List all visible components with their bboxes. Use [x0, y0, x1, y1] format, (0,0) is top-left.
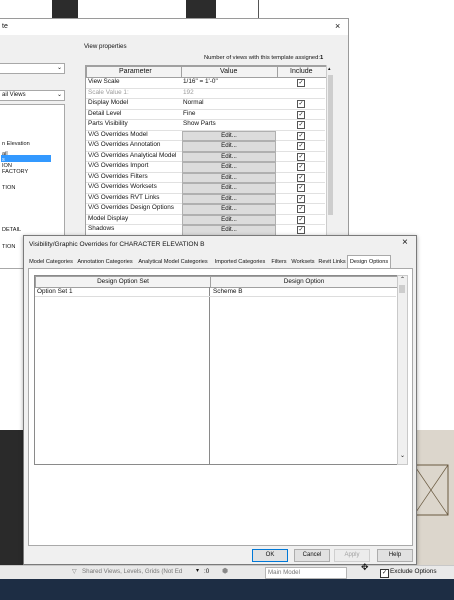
exclude-options-checkbox[interactable]: ✓: [380, 569, 389, 578]
scroll-down-icon[interactable]: ⌄: [400, 452, 405, 459]
selection-count: :0: [204, 568, 210, 575]
tab-model-categories[interactable]: Model Categories: [28, 256, 74, 268]
status-bar: ▽ Shared Views, Levels, Grids (Not Ed ▾ …: [0, 562, 454, 580]
table-row[interactable]: Shadows Edit... ✓: [86, 224, 325, 236]
parameter-cell: Shadows: [88, 225, 115, 232]
parameter-cell: V/G Overrides Filters: [88, 172, 148, 180]
list-item[interactable]: TION: [2, 185, 15, 191]
value-cell: Fine: [183, 109, 196, 117]
parameter-cell: V/G Overrides Worksets: [88, 183, 157, 190]
include-checkbox[interactable]: ✓: [297, 184, 305, 192]
include-checkbox[interactable]: ✓: [297, 163, 305, 171]
help-button[interactable]: Help: [377, 549, 413, 562]
parameter-cell: V/G Overrides Design Options: [88, 204, 174, 211]
include-checkbox[interactable]: ✓: [297, 205, 305, 213]
include-checkbox[interactable]: ✓: [297, 131, 305, 140]
include-checkbox[interactable]: ✓: [297, 79, 305, 87]
parameter-cell: View Scale: [88, 78, 120, 85]
include-checkbox[interactable]: ✓: [297, 173, 305, 182]
tab-strip: Model Categories Annotation Categories A…: [28, 255, 412, 268]
view-properties-label: View properties: [84, 43, 127, 50]
dialog-title-bar: te ×: [0, 19, 348, 35]
dialog-title: te: [2, 23, 8, 30]
discipline-filter-dropdown[interactable]: ⌄: [0, 63, 65, 74]
include-checkbox[interactable]: ✓: [297, 121, 305, 129]
close-icon[interactable]: ×: [402, 237, 408, 248]
apply-button[interactable]: Apply: [334, 549, 370, 562]
tab-worksets[interactable]: Worksets: [290, 256, 316, 268]
list-item[interactable]: DETAIL: [2, 227, 21, 233]
include-checkbox[interactable]: ✓: [297, 152, 305, 161]
include-checkbox[interactable]: ✓: [297, 110, 305, 119]
ok-button[interactable]: OK: [252, 549, 288, 562]
selected-list-item: [1, 155, 51, 162]
parameter-cell: V/G Overrides Annotation: [88, 141, 161, 148]
tab-panel: Design Option Set Design Option Option S…: [28, 268, 413, 546]
parameter-cell: V/G Overrides Model: [88, 130, 148, 138]
value-cell: 192: [183, 88, 194, 96]
design-option-cell[interactable]: Scheme B: [213, 288, 242, 295]
parameter-cell: V/G Overrides RVT Links: [88, 193, 160, 201]
tab-design-options[interactable]: Design Options: [347, 255, 391, 268]
edit-button[interactable]: Edit...: [182, 225, 276, 236]
include-checkbox[interactable]: ✓: [297, 100, 305, 108]
view-type-filter-dropdown[interactable]: ail Views ⌄: [0, 90, 65, 101]
list-item[interactable]: TION: [2, 244, 15, 250]
parameter-cell: Model Display: [88, 214, 129, 222]
design-options-grid: Design Option Set Design Option Option S…: [34, 275, 398, 465]
views-assigned-label: Number of views with this template assig…: [204, 55, 320, 61]
scroll-up-icon[interactable]: ⌃: [400, 276, 405, 283]
divider: [258, 0, 259, 20]
parameter-cell: Parts Visibility: [88, 120, 128, 127]
parameter-cell: V/G Overrides Analytical Model: [88, 151, 177, 159]
scrollbar-thumb[interactable]: [399, 285, 405, 293]
tab-imported-categories[interactable]: Imported Categories: [212, 256, 268, 268]
view-tab-dark: [186, 0, 216, 18]
parameter-cell: Detail Level: [88, 109, 122, 117]
table-row[interactable]: Option Set 1 Scheme B: [35, 287, 396, 297]
design-option-dropdown[interactable]: Main Model: [265, 567, 347, 579]
filter-icon[interactable]: ▾: [196, 567, 199, 574]
list-item[interactable]: n Elevation: [2, 141, 30, 147]
parameter-cell: Scale Value 1:: [88, 88, 129, 96]
value-cell: 1/16" = 1'-0": [183, 78, 218, 85]
chevron-down-icon: ⌄: [56, 92, 62, 98]
windows-taskbar: [0, 579, 454, 600]
parameter-cell: V/G Overrides Import: [88, 162, 149, 169]
design-option-set-cell: Option Set 1: [37, 288, 73, 295]
include-checkbox[interactable]: ✓: [297, 194, 305, 203]
value-cell: Show Parts: [183, 120, 216, 127]
scroll-up-icon[interactable]: ▴: [328, 66, 331, 72]
dialog-title: Visibility/Graphic Overrides for CHARACT…: [29, 241, 205, 248]
include-checkbox[interactable]: ✓: [297, 226, 305, 234]
include-checkbox[interactable]: ✓: [297, 142, 305, 150]
cancel-button[interactable]: Cancel: [294, 549, 330, 562]
column-divider: [209, 287, 210, 464]
visibility-graphic-overrides-dialog: Visibility/Graphic Overrides for CHARACT…: [23, 235, 417, 565]
parameter-cell: Display Model: [88, 99, 129, 106]
view-templates-dialog: te × ⌄ ail Views ⌄ n Elevation ail s ION…: [0, 18, 349, 269]
close-icon[interactable]: ×: [335, 21, 340, 31]
tab-filters[interactable]: Filters: [270, 256, 288, 268]
funnel-icon: ▽: [72, 568, 77, 575]
include-checkbox[interactable]: ✓: [297, 215, 305, 224]
move-cursor-icon: ✥: [361, 562, 369, 572]
tab-revit-links[interactable]: Revit Links: [318, 256, 346, 268]
workset-status[interactable]: Shared Views, Levels, Grids (Not Ed: [82, 568, 182, 575]
list-item[interactable]: FACTORY: [2, 169, 28, 175]
value-cell: Normal: [183, 99, 204, 106]
chevron-down-icon: ⌄: [56, 65, 62, 71]
tab-analytical-model-categories[interactable]: Analytical Model Categories: [136, 256, 210, 268]
view-tab-dark: [52, 0, 78, 18]
scrollbar-thumb[interactable]: [328, 75, 333, 215]
editing-requests-icon[interactable]: ⬢: [222, 567, 228, 575]
view-type-filter-value: ail Views: [2, 92, 26, 98]
tab-annotation-categories[interactable]: Annotation Categories: [76, 256, 134, 268]
exclude-options-label: Exclude Options: [390, 568, 437, 575]
views-assigned-count: 1: [320, 55, 324, 61]
grid-scrollbar[interactable]: ⌃ ⌄: [397, 275, 408, 465]
